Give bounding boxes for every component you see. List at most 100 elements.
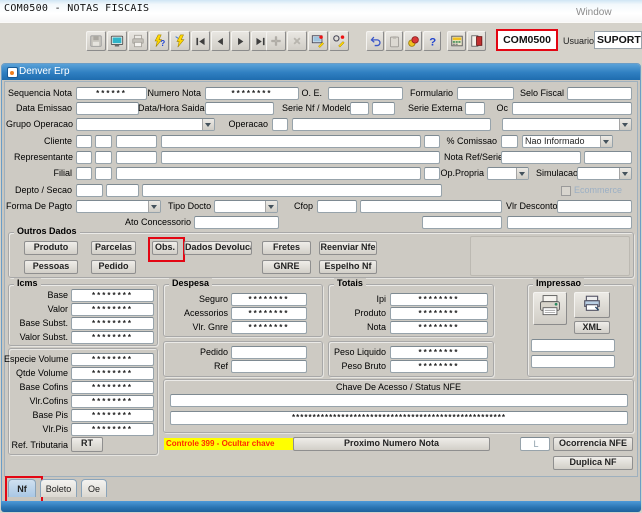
cfop-desc-field[interactable] [360,200,502,213]
base-pis-field[interactable]: ******** [71,409,154,422]
cliente-field-4[interactable] [424,135,440,148]
print-nf-button[interactable] [533,292,567,325]
depto-field[interactable] [76,184,103,197]
oc-field[interactable] [512,102,632,115]
help-button[interactable]: ? [423,31,441,51]
duplica-nf-button[interactable]: Duplica NF [553,456,633,470]
window-menu[interactable]: Window [576,7,612,18]
acessorios-field[interactable]: ******** [231,307,307,320]
depto-secao-desc-field[interactable] [142,184,442,197]
exit-button[interactable] [467,31,486,51]
tab-oe[interactable]: Oe [81,479,107,497]
formulario-field[interactable] [457,87,514,100]
vlr-desconto-field[interactable] [557,200,632,213]
dados-devolucao-button[interactable]: Dados Devolucao [184,241,252,255]
program-code-field[interactable]: COM0500 [496,29,558,51]
impressao-field-2[interactable] [531,355,615,368]
calculator-button[interactable] [447,31,466,51]
fretes-button[interactable]: Fretes [262,241,311,255]
prev-record-button[interactable] [211,31,230,51]
cfop-field[interactable] [317,200,357,213]
tab-nf[interactable]: Nf [8,479,36,497]
op-propria-dropdown[interactable] [487,167,529,180]
obs-button[interactable]: Obs. [152,241,178,255]
representante-field-2[interactable] [95,151,112,164]
especie-volume-field[interactable]: ******** [71,353,154,366]
extra-field-2[interactable] [507,216,632,229]
seguro-field[interactable]: ******** [231,293,307,306]
serie-nf-field[interactable] [350,102,369,115]
comissao-tipo-dropdown[interactable]: Nao Informado [522,135,613,148]
ref-field[interactable] [231,360,307,373]
valor-subst-field[interactable]: ******** [71,331,154,344]
totais-produto-field[interactable]: ******** [390,307,488,320]
peso-liquido-field[interactable]: ******** [390,346,488,359]
data-emissao-field[interactable] [76,102,139,115]
qtde-volume-field[interactable]: ******** [71,367,154,380]
base-cofins-field[interactable]: ******** [71,381,154,394]
representante-field-3[interactable] [116,151,157,164]
ato-concessorio-field[interactable] [194,216,279,229]
cliente-field-2[interactable] [95,135,112,148]
pessoas-button[interactable]: Pessoas [24,260,78,274]
filial-field-3[interactable] [424,167,440,180]
filial-nome-field[interactable] [116,167,421,180]
comissao-field[interactable] [501,135,518,148]
grupo-operacao-dropdown[interactable] [76,118,215,131]
paste-button[interactable] [385,31,403,51]
delete-record-button[interactable] [287,31,307,51]
secao-field[interactable] [106,184,139,197]
oe-field[interactable] [328,87,403,100]
totais-nota-field[interactable]: ******** [390,321,488,334]
simulacao-dropdown[interactable] [577,167,632,180]
pedido-button[interactable]: Pedido [91,260,136,274]
sequencia-nota-field[interactable]: ****** [76,87,147,100]
tipo-docto-dropdown[interactable] [214,200,278,213]
operacao-desc-field[interactable] [292,118,491,131]
execute-query-button[interactable] [329,31,349,51]
modelo-field[interactable] [372,102,395,115]
filial-field-2[interactable] [95,167,112,180]
selo-fiscal-field[interactable] [567,87,632,100]
rt-button[interactable]: RT [71,437,103,452]
save-button[interactable] [86,31,106,51]
nota-ref-field[interactable] [501,151,581,164]
ecommerce-checkbox[interactable] [561,186,571,196]
base-subst-field[interactable]: ******** [71,317,154,330]
impressao-field-1[interactable] [531,339,615,352]
nota-ref-serie-field[interactable] [584,151,632,164]
representante-nome-field[interactable] [161,151,440,164]
filial-field-1[interactable] [76,167,92,180]
operacao-extra-dropdown[interactable] [502,118,632,131]
proximo-numero-nota-button[interactable]: Proximo Numero Nota [293,437,490,451]
l-field[interactable]: L [520,437,550,451]
gnre-button[interactable]: GNRE [262,260,311,274]
commit-button[interactable] [404,31,422,51]
cliente-field-3[interactable] [116,135,157,148]
chave-acesso-field[interactable] [170,394,628,407]
icms-base-field[interactable]: ******** [71,289,154,302]
representante-field-1[interactable] [76,151,92,164]
flash-button[interactable] [170,31,190,51]
data-hora-saida-field[interactable] [205,102,274,115]
vlr-cofins-field[interactable]: ******** [71,395,154,408]
screen-button[interactable] [107,31,127,51]
xml-button[interactable]: XML [574,321,610,334]
extra-field-1[interactable] [422,216,502,229]
peso-bruto-field[interactable]: ******** [390,360,488,373]
chave-masked-field[interactable]: ****************************************… [170,411,628,425]
forma-pagto-dropdown[interactable] [76,200,161,213]
serie-externa-field[interactable] [465,102,485,115]
parcelas-button[interactable]: Parcelas [91,241,136,255]
enter-query-button[interactable] [308,31,328,51]
print-preview-button[interactable] [574,292,610,318]
cliente-field-1[interactable] [76,135,92,148]
espelho-nf-button[interactable]: Espelho Nf [319,260,377,274]
user-value-field[interactable]: SUPORT [594,31,642,49]
vlr-gnre-field[interactable]: ******** [231,321,307,334]
icms-valor-field[interactable]: ******** [71,303,154,316]
next-record-button[interactable] [231,31,250,51]
undo-button[interactable] [366,31,384,51]
flash-help-button[interactable]: ? [149,31,169,51]
print-button[interactable] [128,31,148,51]
